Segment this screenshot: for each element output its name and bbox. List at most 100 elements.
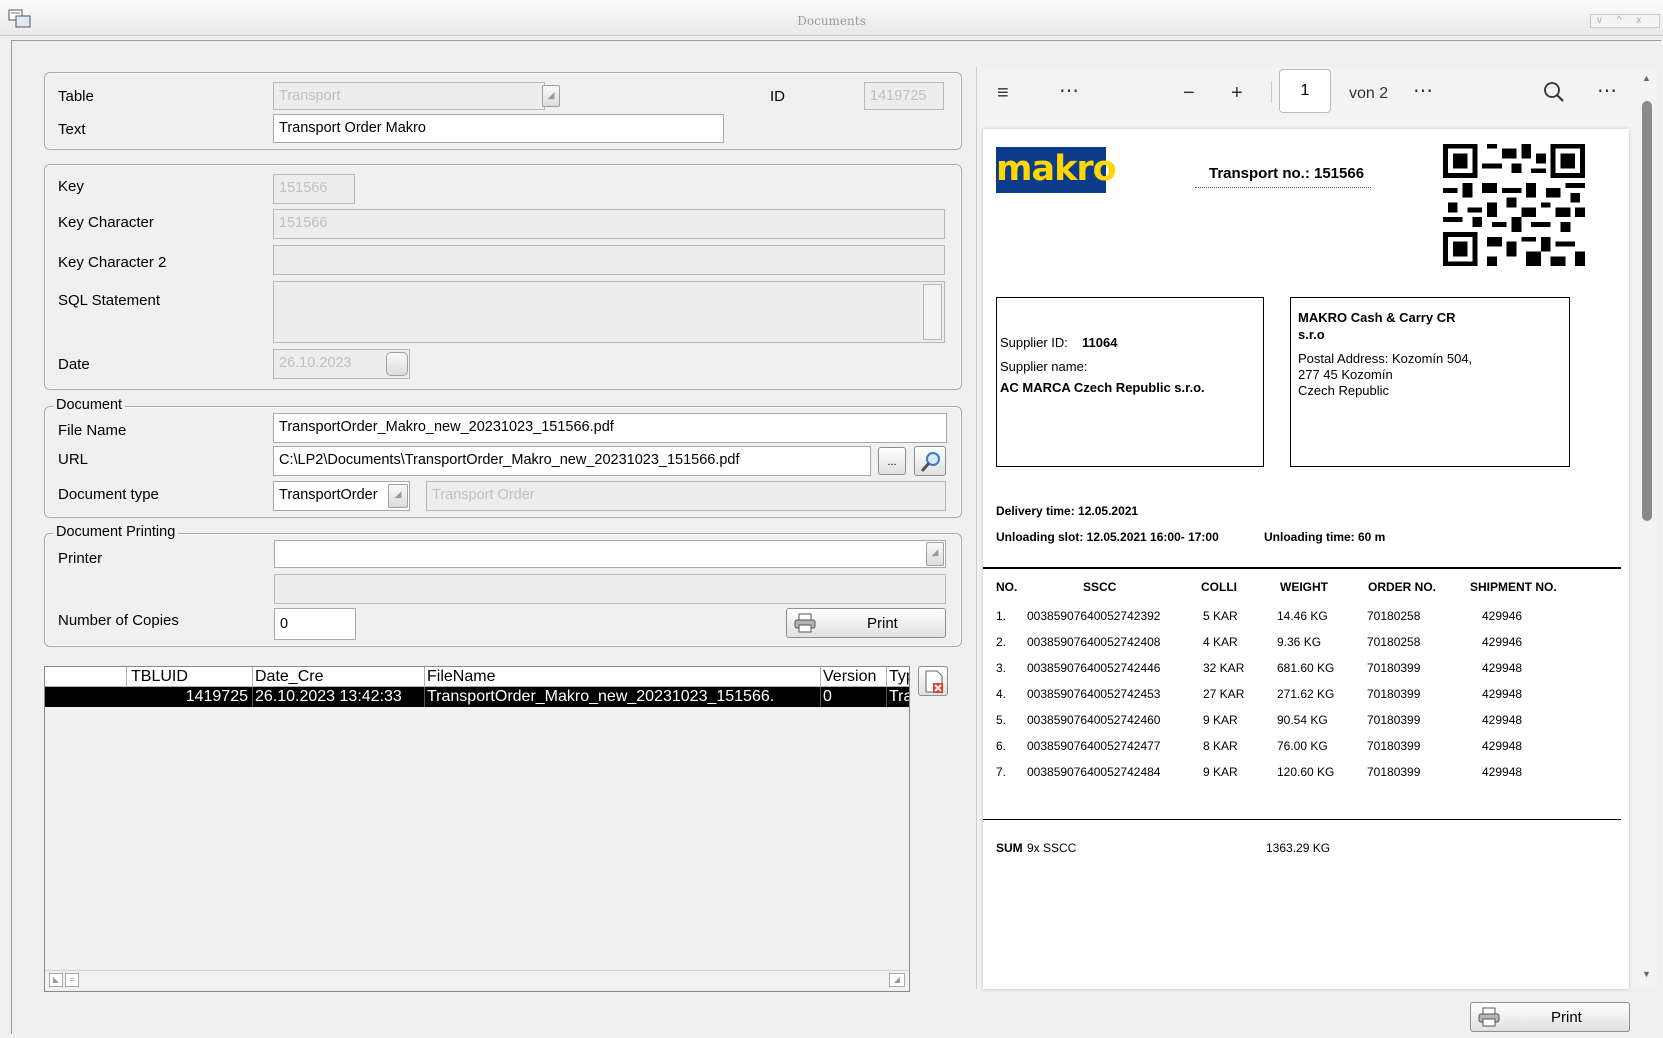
printer-dropdown-button[interactable]: ◢ (926, 542, 944, 566)
qr-code-icon (1443, 143, 1585, 267)
browse-button[interactable]: ... (878, 447, 906, 475)
grid-header-version[interactable]: Version (821, 667, 887, 687)
pdf-cell-weight: 9.36 KG (1277, 635, 1322, 649)
sql-scrollbar[interactable] (923, 284, 942, 340)
pdf-cell-colli: 4 KAR (1203, 635, 1238, 649)
delivery-time: Delivery time: 12.05.2021 (996, 504, 1139, 518)
grid-header-type[interactable]: Type (887, 667, 909, 687)
window-controls[interactable]: v ^ x (1590, 14, 1660, 28)
recipient-name-2: s.r.o (1298, 327, 1325, 342)
printer-field[interactable] (274, 540, 946, 568)
pdf-cell-colli: 32 KAR (1203, 661, 1245, 675)
supplier-name: AC MARCA Czech Republic s.r.o. (1000, 380, 1205, 395)
pdf-cell-weight: 14.46 KG (1277, 609, 1328, 623)
documents-grid[interactable]: TBLUID Date_Cre FileName Version Type 14… (44, 666, 910, 992)
pdf-cell-weight: 76.00 KG (1277, 739, 1328, 753)
grid-header-date-cre[interactable]: Date_Cre (253, 667, 425, 687)
key-field[interactable]: 151566 (273, 174, 355, 204)
scroll-down-icon[interactable]: ▼ (1642, 969, 1651, 979)
pdf-cell-no: 7. (996, 765, 1007, 779)
print-button[interactable]: Print (786, 608, 946, 638)
pdf-cell-colli: 9 KAR (1203, 713, 1238, 727)
transport-number: Transport no.: 151566 (1209, 165, 1365, 182)
page-options-icon[interactable]: ⋯ (1413, 81, 1433, 101)
delete-document-button[interactable] (918, 666, 948, 696)
key-label: Key (58, 178, 84, 195)
number-of-copies-field[interactable]: 0 (274, 608, 356, 640)
window-title: Documents (797, 14, 866, 28)
key-character-label: Key Character (58, 214, 154, 231)
unloading-slot: Unloading slot: 12.05.2021 16:00- 17:00 (996, 530, 1219, 544)
footer-print-button[interactable]: Print (1470, 1002, 1630, 1032)
date-label: Date (58, 356, 90, 373)
print-button-label: Print (867, 615, 898, 632)
supplier-name-label: Supplier name: (1000, 359, 1088, 374)
pdf-cell-sscc: 00385907640052742453 (1027, 687, 1161, 701)
pdf-cell-shipment-no: 429948 (1482, 713, 1523, 727)
scroll-left-arrow-icon[interactable]: ◣ (49, 973, 63, 987)
text-label: Text (58, 121, 86, 138)
table-label: Table (58, 88, 94, 105)
pdf-scroll-thumb[interactable] (1642, 101, 1652, 521)
more-options-icon[interactable]: ⋯ (1059, 81, 1079, 101)
text-field[interactable]: Transport Order Makro (273, 114, 724, 143)
pdf-cell-order-no: 70180399 (1367, 661, 1421, 675)
scroll-right-arrow-icon[interactable]: ◢ (889, 973, 905, 987)
grid-cell-filename: TransportOrder_Makro_new_20231023_151566… (425, 687, 821, 707)
document-legend: Document (53, 397, 126, 413)
pdf-col-sscc: SSCC (1083, 580, 1117, 594)
scroll-thumb[interactable]: = (65, 973, 79, 987)
zoom-out-icon[interactable]: − (1183, 83, 1195, 103)
key-character-2-field[interactable] (273, 245, 945, 275)
pdf-page: makro Transport no.: 151566 Supplier ID:… (983, 129, 1629, 989)
table-dropdown-button[interactable]: ◢ (542, 85, 560, 107)
grid-header-tbluid[interactable]: TBLUID (127, 667, 253, 687)
sql-statement-field[interactable] (273, 281, 945, 343)
pdf-col-no: NO. (996, 580, 1018, 594)
printer-icon (794, 613, 816, 633)
pdf-cell-no: 5. (996, 713, 1007, 727)
date-spinner[interactable] (386, 352, 408, 376)
pdf-viewer[interactable]: ≡ ⋯ − + 1 von 2 ⋯ ⋯ ▲ ▼ makro Transport … (976, 67, 1657, 989)
grid-horizontal-scrollbar[interactable]: ◣ = ◢ (45, 970, 909, 990)
pdf-cell-shipment-no: 429948 (1482, 661, 1523, 675)
pdf-vertical-scrollbar[interactable]: ▲ ▼ (1639, 71, 1655, 985)
key-character-field[interactable]: 151566 (273, 209, 945, 239)
pdf-cell-weight: 120.60 KG (1277, 765, 1335, 779)
key-group (44, 164, 962, 390)
pdf-cell-order-no: 70180258 (1367, 635, 1421, 649)
sql-statement-label: SQL Statement (58, 292, 160, 309)
outline-icon[interactable]: ≡ (997, 83, 1009, 103)
search-icon[interactable] (1543, 81, 1565, 103)
pdf-cell-shipment-no: 429948 (1482, 765, 1523, 779)
table-top-rule (983, 567, 1621, 569)
table-field[interactable]: Transport (273, 82, 545, 110)
pdf-cell-sscc: 00385907640052742484 (1027, 765, 1161, 779)
sum-weight: 1363.29 KG (1266, 841, 1331, 855)
viewer-menu-icon[interactable]: ⋯ (1597, 81, 1617, 101)
pdf-cell-shipment-no: 429948 (1482, 687, 1523, 701)
pdf-cell-colli: 8 KAR (1203, 739, 1238, 753)
pdf-toolbar: ≡ ⋯ − + 1 von 2 ⋯ ⋯ (977, 67, 1637, 121)
recipient-address-1: Postal Address: Kozomín 504, (1298, 351, 1473, 366)
grid-cell-type: Transpo (889, 688, 909, 705)
grid-header-filename[interactable]: FileName (425, 667, 821, 687)
pdf-cell-shipment-no: 429948 (1482, 739, 1523, 753)
url-field[interactable]: C:\LP2\Documents\TransportOrder_Makro_ne… (273, 446, 871, 476)
footer-print-label: Print (1551, 1009, 1582, 1026)
file-name-field[interactable]: TransportOrder_Makro_new_20231023_151566… (273, 413, 947, 443)
makro-logo: makro (996, 147, 1117, 193)
document-type-dropdown-button[interactable]: ◢ (388, 484, 408, 508)
id-field[interactable]: 1419725 (864, 82, 944, 110)
preview-button[interactable] (914, 446, 946, 476)
grid-row[interactable]: 1419725 26.10.2023 13:42:33 TransportOrd… (45, 687, 909, 707)
pdf-cell-sscc: 00385907640052742392 (1027, 609, 1161, 623)
zoom-in-icon[interactable]: + (1231, 83, 1243, 103)
id-label: ID (770, 88, 785, 105)
pdf-cell-order-no: 70180258 (1367, 609, 1421, 623)
scroll-up-icon[interactable]: ▲ (1642, 73, 1651, 83)
pdf-cell-sscc: 00385907640052742408 (1027, 635, 1161, 649)
pdf-cell-order-no: 70180399 (1367, 687, 1421, 701)
document-type-label: Document type (58, 486, 159, 503)
page-number-input[interactable]: 1 (1279, 69, 1331, 113)
